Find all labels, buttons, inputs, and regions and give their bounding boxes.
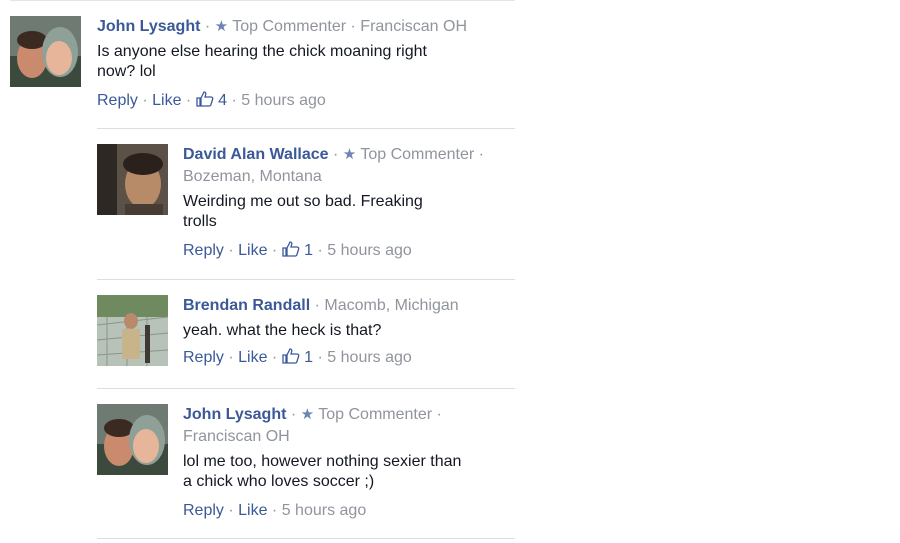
author-location: Franciscan OH — [183, 428, 290, 445]
comment-text: yeah. what the heck is that? — [183, 322, 382, 339]
like-link[interactable]: Like — [238, 349, 267, 366]
comment-4: John Lysaght · ★ Top Commenter · Francis… — [97, 404, 515, 529]
comment-text: lol me too, however nothing sexier than … — [183, 453, 462, 490]
comment-actions: Reply · Like · 4 · 5 hours ago — [97, 91, 326, 109]
thumbs-up-icon — [196, 91, 214, 107]
author-location: Macomb, Michigan — [324, 297, 459, 314]
likes-count[interactable]: 1 — [282, 241, 318, 259]
like-link[interactable]: Like — [238, 502, 267, 519]
comment-actions: Reply · Like · 1 · 5 hours ago — [183, 348, 412, 366]
comment-actions: Reply · Like · 1 · 5 hours ago — [183, 241, 412, 259]
comment-meta: Brendan Randall · Macomb, Michigan — [183, 297, 459, 314]
likes-number: 1 — [304, 349, 314, 366]
reply-link[interactable]: Reply — [183, 242, 224, 259]
author-name[interactable]: John Lysaght — [97, 18, 200, 35]
like-link[interactable]: Like — [152, 92, 181, 109]
comment-2: David Alan Wallace · ★ Top Commenter · B… — [97, 144, 515, 269]
badge-label: Top Commenter — [360, 146, 475, 163]
comment-text: Weirding me out so bad. Freaking trolls — [183, 193, 423, 230]
comment-3: Brendan Randall · Macomb, Michigan yeah.… — [97, 295, 515, 385]
divider — [97, 388, 515, 389]
comment-1: John Lysaght · ★ Top Commenter · Francis… — [10, 16, 515, 126]
likes-count[interactable]: 1 — [282, 348, 318, 366]
author-name[interactable]: Brendan Randall — [183, 297, 310, 314]
author-location: Franciscan OH — [360, 18, 467, 35]
reply-link[interactable]: Reply — [183, 502, 224, 519]
badge-label: Top Commenter — [232, 18, 347, 35]
avatar[interactable] — [97, 144, 168, 215]
likes-number: 4 — [218, 92, 228, 109]
comment-meta: David Alan Wallace · ★ Top Commenter · B… — [183, 146, 484, 185]
avatar[interactable] — [97, 295, 168, 366]
author-name[interactable]: David Alan Wallace — [183, 146, 329, 163]
reply-link[interactable]: Reply — [97, 92, 138, 109]
timestamp[interactable]: 5 hours ago — [241, 92, 326, 109]
divider — [97, 128, 515, 129]
author-name[interactable]: John Lysaght — [183, 406, 286, 423]
comment-actions: Reply · Like · 5 hours ago — [183, 502, 367, 519]
badge-label: Top Commenter — [318, 406, 433, 423]
comment-meta: John Lysaght · ★ Top Commenter · Francis… — [183, 406, 442, 445]
likes-count[interactable]: 4 — [196, 91, 232, 109]
top-divider — [10, 0, 515, 1]
star-icon: ★ — [342, 146, 357, 163]
likes-number: 1 — [304, 242, 314, 259]
timestamp[interactable]: 5 hours ago — [327, 349, 412, 366]
bottom-divider — [97, 538, 515, 539]
reply-link[interactable]: Reply — [183, 349, 224, 366]
thumbs-up-icon — [282, 348, 300, 364]
avatar[interactable] — [10, 16, 81, 87]
comment-text: Is anyone else hearing the chick moaning… — [97, 43, 427, 80]
like-link[interactable]: Like — [238, 242, 267, 259]
star-icon: ★ — [214, 18, 229, 35]
thumbs-up-icon — [282, 241, 300, 257]
timestamp[interactable]: 5 hours ago — [282, 502, 367, 519]
avatar[interactable] — [97, 404, 168, 475]
comment-meta: John Lysaght · ★ Top Commenter · Francis… — [97, 18, 467, 35]
timestamp[interactable]: 5 hours ago — [327, 242, 412, 259]
author-location: Bozeman, Montana — [183, 168, 322, 185]
divider — [97, 279, 515, 280]
star-icon: ★ — [300, 406, 315, 423]
